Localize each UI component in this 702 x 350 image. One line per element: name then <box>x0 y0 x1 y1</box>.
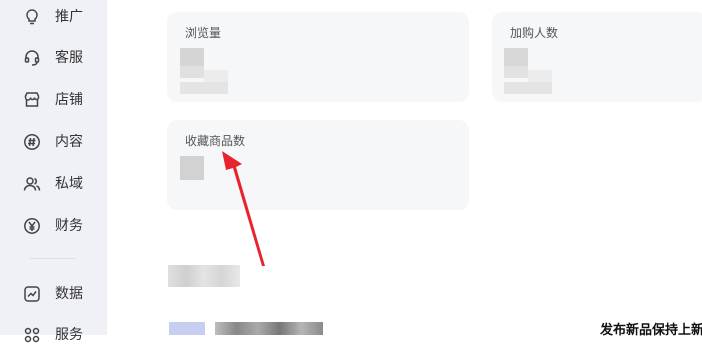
sidebar-item-label: 服务 <box>55 327 83 343</box>
users-icon <box>23 175 41 193</box>
sidebar-item-customer-service[interactable]: 客服 <box>0 43 107 73</box>
sidebar-item-label: 财务 <box>55 218 83 234</box>
sidebar-item-label: 数据 <box>55 286 83 302</box>
grid-icon <box>23 326 41 344</box>
sidebar-item-finance[interactable]: 财务 <box>0 211 107 241</box>
sidebar-item-store[interactable]: 店铺 <box>0 85 107 115</box>
sidebar-item-data[interactable]: 数据 <box>0 279 107 309</box>
sidebar-divider <box>30 258 76 259</box>
sidebar: 推广 客服 店铺 内容 私域 财务 数据 服务 <box>0 0 107 343</box>
favorites-value-redacted <box>180 156 204 180</box>
favorites-card[interactable]: 收藏商品数 <box>167 120 469 210</box>
lightbulb-icon <box>23 8 41 26</box>
promo-title: 发布新品保持上新 <box>600 323 702 338</box>
hashtag-icon <box>23 133 41 151</box>
sidebar-item-service[interactable]: 服务 <box>0 320 107 350</box>
sidebar-item-label: 客服 <box>55 50 83 66</box>
sidebar-item-label: 推广 <box>55 9 83 25</box>
yen-icon <box>23 217 41 235</box>
favorites-title: 收藏商品数 <box>185 134 246 148</box>
cart-title: 加购人数 <box>510 26 559 40</box>
sidebar-item-private-domain[interactable]: 私域 <box>0 169 107 199</box>
views-title: 浏览量 <box>185 26 222 40</box>
sidebar-item-content[interactable]: 内容 <box>0 127 107 157</box>
sidebar-item-label: 私域 <box>55 176 83 192</box>
store-icon <box>23 91 41 109</box>
headset-icon <box>23 49 41 67</box>
chart-icon <box>23 285 41 303</box>
sidebar-item-label: 店铺 <box>55 92 83 108</box>
views-card[interactable]: 浏览量 <box>167 12 469 102</box>
sidebar-item-promotion[interactable]: 推广 <box>0 2 107 32</box>
cart-card[interactable]: 加购人数 <box>492 12 702 102</box>
sidebar-item-label: 内容 <box>55 134 83 150</box>
